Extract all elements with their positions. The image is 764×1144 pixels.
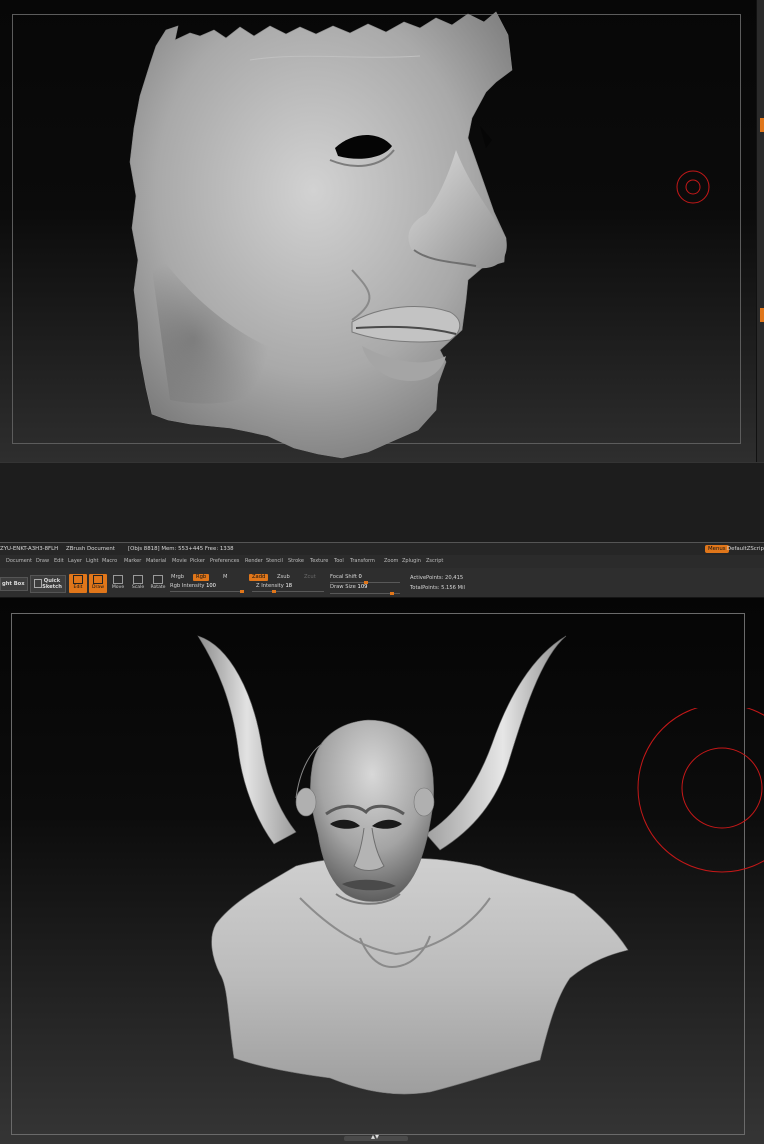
menu-light[interactable]: Light — [86, 555, 98, 568]
menu-texture[interactable]: Texture — [310, 555, 328, 568]
active-points-value: 20,415 — [445, 575, 464, 581]
move-icon — [113, 575, 123, 584]
mrgb-toggle[interactable]: Mrgb — [168, 574, 187, 581]
quicksketch-button[interactable]: Quick Sketch — [30, 575, 66, 593]
menu-picker[interactable]: Picker — [190, 555, 205, 568]
empty-panel-area — [0, 462, 764, 543]
title-bar: ZYU-ENKT-A3H3-8FLH ZBrush Document [Objs… — [0, 542, 764, 556]
menu-stencil[interactable]: Stencil — [266, 555, 283, 568]
rotate-icon — [153, 575, 163, 584]
menu-zplugin[interactable]: Zplugin — [402, 555, 421, 568]
move-button[interactable]: Move — [109, 574, 127, 593]
main-menu-bar: Document Draw Edit Layer Light Macro Mar… — [0, 555, 764, 568]
focal-shift-slider[interactable]: Focal Shift 0 — [330, 574, 362, 580]
brush-cursor-ring-icon — [637, 708, 764, 873]
menu-preferences[interactable]: Preferences — [210, 555, 239, 568]
edit-button[interactable]: Edit — [69, 574, 87, 593]
document-title: ZBrush Document — [66, 546, 115, 552]
menu-document[interactable]: Document — [6, 555, 32, 568]
canvas-viewport-top[interactable] — [0, 0, 756, 462]
slider-track — [252, 591, 324, 592]
sketch-icon — [34, 579, 42, 588]
menu-tool[interactable]: Tool — [334, 555, 344, 568]
slider-knob[interactable] — [272, 590, 276, 593]
right-horn — [425, 635, 567, 851]
z-intensity-value: 18 — [285, 583, 293, 589]
total-points: TotalPoints: 5.156 Mil — [410, 585, 465, 591]
menu-draw[interactable]: Draw — [36, 555, 49, 568]
brush-cursor-ring-icon — [676, 170, 710, 204]
active-points: ActivePoints: 20,415 — [410, 575, 464, 581]
zadd-toggle[interactable]: Zadd — [249, 574, 269, 581]
menu-layer[interactable]: Layer — [68, 555, 82, 568]
zsub-toggle[interactable]: Zsub — [274, 574, 293, 581]
scale-button[interactable]: Scale — [129, 574, 147, 593]
edit-icon — [73, 575, 83, 584]
canvas-viewport-bottom[interactable]: ▴▾ — [0, 598, 764, 1144]
rgb-intensity-slider[interactable]: Rgb Intensity 100 — [170, 583, 216, 589]
menu-stroke[interactable]: Stroke — [288, 555, 304, 568]
top-screenshot: ▴▾ — [0, 0, 764, 469]
rgb-toggle[interactable]: Rgb — [193, 574, 210, 581]
menu-macro[interactable]: Macro — [102, 555, 117, 568]
tray-marker — [760, 118, 764, 132]
draw-size-value: 109 — [357, 584, 368, 590]
memory-stats: [Objs 8818] Mem: 553+445 Free: 1338 — [128, 546, 234, 552]
menu-material[interactable]: Material — [146, 555, 166, 568]
z-intensity-slider[interactable]: Z Intensity 18 — [256, 583, 292, 589]
m-toggle[interactable]: M — [220, 574, 230, 581]
top-shelf-toolbar: ght Box Quick Sketch Edit Draw Move Scal… — [0, 568, 764, 598]
menu-edit[interactable]: Edit — [54, 555, 64, 568]
focal-shift-value: 0 — [358, 574, 362, 580]
slider-track — [170, 591, 244, 592]
script-name[interactable]: DefaultZScript — [727, 543, 764, 555]
menu-marker[interactable]: Marker — [124, 555, 141, 568]
menu-zoom[interactable]: Zoom — [384, 555, 398, 568]
menu-movie[interactable]: Movie — [172, 555, 187, 568]
face-sculpt-model[interactable] — [0, 0, 756, 462]
menu-render[interactable]: Render — [245, 555, 263, 568]
project-id: ZYU-ENKT-A3H3-8FLH — [0, 546, 59, 552]
lightbox-button[interactable]: ght Box — [0, 577, 28, 591]
menu-zscript[interactable]: Zscript — [426, 555, 443, 568]
menus-button[interactable]: Menus — [705, 545, 729, 553]
slider-knob[interactable] — [240, 590, 244, 593]
rgb-intensity-value: 100 — [206, 583, 216, 589]
menu-transform[interactable]: Transform — [350, 555, 375, 568]
draw-size-slider[interactable]: Draw Size 109 — [330, 584, 367, 590]
right-tray-edge — [756, 0, 764, 462]
left-horn — [197, 635, 297, 845]
bust-torso — [211, 857, 629, 1095]
total-points-value: 5.156 Mil — [441, 585, 465, 591]
double-chevron-icon[interactable]: ▴▾ — [344, 1133, 408, 1141]
scale-icon — [133, 575, 143, 584]
tray-marker — [760, 308, 764, 322]
zcut-toggle[interactable]: Zcut — [301, 574, 319, 581]
slider-knob[interactable] — [390, 592, 394, 595]
draw-button[interactable]: Draw — [89, 574, 107, 593]
rotate-button[interactable]: Rotate — [149, 574, 167, 593]
draw-icon — [93, 575, 103, 584]
